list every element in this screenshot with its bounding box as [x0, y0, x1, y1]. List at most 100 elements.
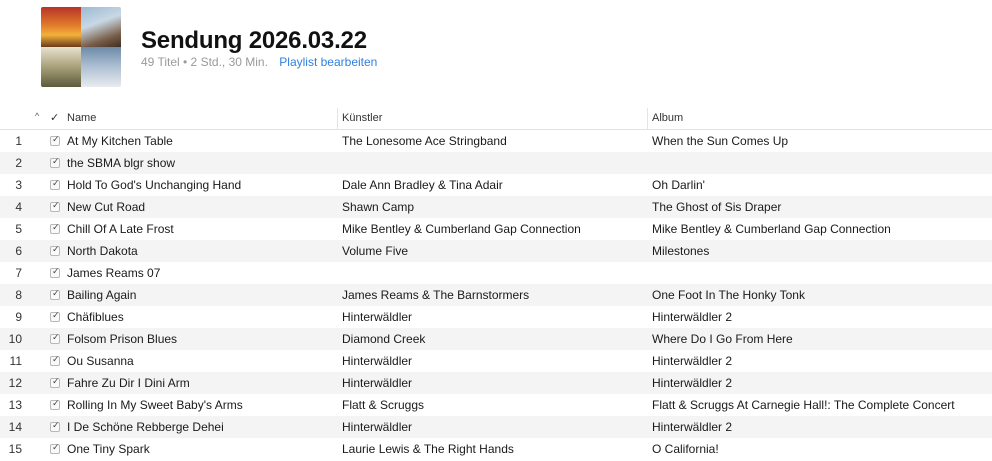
track-album: Hinterwäldler 2 — [652, 420, 733, 434]
track-number: 11 — [9, 354, 22, 368]
track-row[interactable]: 15 One Tiny Spark Laurie Lewis & The Right… — [0, 438, 992, 460]
track-row[interactable]: 8 Bailing Again James Reams & The Barnstor… — [0, 284, 992, 306]
track-row[interactable]: 14 I De Schöne Rebberge Dehei Hinterwäldle… — [0, 416, 992, 438]
track-album: Hinterwäldler 2 — [652, 310, 733, 324]
track-number: 4 — [15, 200, 22, 214]
track-checkbox[interactable] — [50, 200, 60, 212]
track-number: 3 — [15, 178, 22, 192]
track-artist: Hinterwäldler — [342, 420, 413, 434]
track-number: 10 — [8, 332, 22, 346]
track-checkbox[interactable] — [50, 442, 60, 454]
album-cover-4 — [81, 47, 121, 87]
track-row[interactable]: 5 Chill Of A Late Frost Mike Bentley & Cum… — [0, 218, 992, 240]
track-name: Hold To God's Unchanging Hand — [67, 178, 242, 192]
track-album: Hinterwäldler 2 — [652, 376, 733, 390]
track-name: the SBMA blgr show — [67, 156, 176, 170]
playlist-header: Sendung 2026.03.22 49 Titel • 2 Std., 30… — [0, 0, 992, 106]
track-checkbox[interactable] — [50, 310, 60, 322]
track-checkbox[interactable] — [50, 354, 60, 366]
track-row[interactable]: 11 Ou Susanna Hinterwäldler Hinterwäldler 2 — [0, 350, 992, 372]
track-name: At My Kitchen Table — [67, 134, 173, 148]
track-name: Ou Susanna — [67, 354, 134, 368]
track-row[interactable]: 1 At My Kitchen Table The Lonesome Ace Str… — [0, 130, 992, 152]
track-name: I De Schöne Rebberge Dehei — [67, 420, 224, 434]
track-name: New Cut Road — [67, 200, 146, 214]
track-album: Hinterwäldler 2 — [652, 354, 733, 368]
track-checkbox[interactable] — [50, 266, 60, 278]
column-header-artist[interactable]: Künstler — [342, 112, 382, 124]
track-row[interactable]: 13 Rolling In My Sweet Baby's Arms Flatt &… — [0, 394, 992, 416]
track-artist: Shawn Camp — [342, 200, 415, 214]
track-artist: The Lonesome Ace Stringband — [342, 134, 507, 148]
album-cover-3 — [41, 47, 81, 87]
track-number: 12 — [8, 376, 22, 390]
column-header-name[interactable]: Name — [67, 112, 96, 124]
track-checkbox[interactable] — [50, 178, 60, 190]
track-checkbox[interactable] — [50, 244, 60, 256]
track-artist: James Reams & The Barnstormers — [342, 288, 530, 302]
track-album: When the Sun Comes Up — [652, 134, 789, 148]
track-checkbox[interactable] — [50, 222, 60, 234]
track-row[interactable]: 3 Hold To God's Unchanging Hand Dale Ann B… — [0, 174, 992, 196]
playlist-meta-line: 49 Titel • 2 Std., 30 Min. Playlist bear… — [141, 55, 377, 69]
track-album: O California! — [652, 442, 719, 456]
track-artist: Mike Bentley & Cumberland Gap Connection — [342, 222, 581, 236]
track-checkbox[interactable] — [50, 134, 60, 146]
playlist-title: Sendung 2026.03.22 — [141, 27, 367, 54]
track-row[interactable]: 10 Folsom Prison Blues Diamond Creek Where … — [0, 328, 992, 350]
check-column-header[interactable]: ✓ — [50, 111, 59, 124]
track-number: 9 — [15, 310, 22, 324]
track-name: Chäfiblues — [67, 310, 124, 324]
track-number: 5 — [15, 222, 22, 236]
track-artist: Diamond Creek — [342, 332, 426, 346]
track-row[interactable]: 12 Fahre Zu Dir I Dini Arm Hinterwäldler Hi… — [0, 372, 992, 394]
track-album: Milestones — [652, 244, 710, 258]
track-checkbox[interactable] — [50, 376, 60, 388]
track-row[interactable]: 6 North Dakota Volume Five Milestones — [0, 240, 992, 262]
column-divider[interactable] — [337, 108, 338, 129]
track-number: 8 — [15, 288, 22, 302]
column-divider[interactable] — [647, 108, 648, 129]
track-artist: Dale Ann Bradley & Tina Adair — [342, 178, 503, 192]
track-artist: Flatt & Scruggs — [342, 398, 425, 412]
sort-indicator-icon[interactable]: ^ — [35, 111, 39, 121]
playlist-artwork[interactable] — [41, 7, 121, 87]
track-album: One Foot In The Honky Tonk — [652, 288, 805, 302]
track-artist: Hinterwäldler — [342, 376, 413, 390]
track-checkbox[interactable] — [50, 156, 60, 168]
track-artist: Hinterwäldler — [342, 310, 413, 324]
track-number: 6 — [15, 244, 22, 258]
track-name: Fahre Zu Dir I Dini Arm — [67, 376, 190, 390]
track-album: Flatt & Scruggs At Carnegie Hall!: The C… — [652, 398, 955, 412]
track-row[interactable]: 4 New Cut Road Shawn Camp The Ghost of Sis … — [0, 196, 992, 218]
edit-playlist-link[interactable]: Playlist bearbeiten — [279, 55, 377, 69]
album-cover-1 — [41, 7, 81, 47]
track-checkbox[interactable] — [50, 420, 60, 432]
track-row[interactable]: 2 the SBMA blgr show — [0, 152, 992, 174]
track-artist: Volume Five — [342, 244, 409, 258]
track-number: 1 — [15, 134, 22, 148]
track-name: Rolling In My Sweet Baby's Arms — [67, 398, 243, 412]
track-checkbox[interactable] — [50, 398, 60, 410]
track-row[interactable]: 7 James Reams 07 — [0, 262, 992, 284]
track-checkbox[interactable] — [50, 332, 60, 344]
column-header-bar: ^ ✓ Name Künstler Album — [0, 108, 992, 130]
track-number: 15 — [8, 442, 22, 456]
track-row[interactable]: 9 Chäfiblues Hinterwäldler Hinterwäldler 2 — [0, 306, 992, 328]
track-album: Oh Darlin' — [652, 178, 705, 192]
column-header-album[interactable]: Album — [652, 112, 683, 124]
track-number: 14 — [8, 420, 22, 434]
track-checkbox[interactable] — [50, 288, 60, 300]
track-album: Where Do I Go From Here — [652, 332, 793, 346]
track-name: Bailing Again — [67, 288, 137, 302]
track-name: North Dakota — [67, 244, 138, 258]
track-name: Chill Of A Late Frost — [67, 222, 174, 236]
track-artist: Hinterwäldler — [342, 354, 413, 368]
track-number: 13 — [8, 398, 22, 412]
track-name: Folsom Prison Blues — [67, 332, 178, 346]
track-album: Mike Bentley & Cumberland Gap Connection — [652, 222, 891, 236]
track-list: 1 At My Kitchen Table The Lonesome Ace Str… — [0, 130, 992, 460]
playlist-meta: 49 Titel • 2 Std., 30 Min. — [141, 55, 268, 69]
track-number: 7 — [15, 266, 22, 280]
track-name: James Reams 07 — [67, 266, 161, 280]
